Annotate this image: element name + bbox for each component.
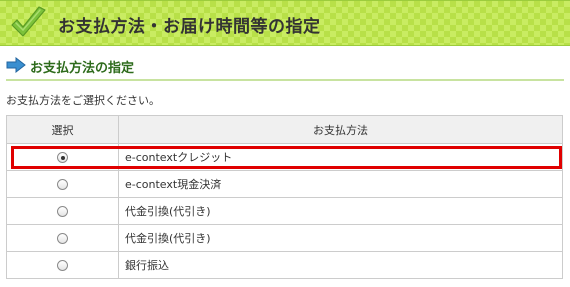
- instruction-text: お支払方法をご選択ください。: [6, 94, 160, 107]
- payment-label[interactable]: e-context現金決済: [125, 178, 221, 191]
- header-select: 選択: [6, 115, 119, 144]
- payment-radio-econtext-credit[interactable]: [57, 152, 68, 163]
- payment-label[interactable]: 銀行振込: [125, 259, 169, 272]
- table-row[interactable]: 代金引換(代引き): [6, 224, 563, 252]
- page-banner: お支払方法・お届け時間等の指定: [0, 0, 570, 46]
- table-row[interactable]: e-contextクレジット: [6, 143, 563, 171]
- payment-label[interactable]: 代金引換(代引き): [125, 232, 211, 245]
- payment-radio-econtext-cash[interactable]: [57, 179, 68, 190]
- section-heading: お支払方法の指定: [6, 55, 564, 81]
- payment-radio-bank-transfer[interactable]: [57, 260, 68, 271]
- header-method: お支払方法: [118, 115, 563, 144]
- payment-radio-cod-2[interactable]: [57, 233, 68, 244]
- arrow-right-icon: [6, 57, 26, 73]
- table-row[interactable]: 銀行振込: [6, 251, 563, 279]
- payment-radio-cod-1[interactable]: [57, 206, 68, 217]
- page-title: お支払方法・お届け時間等の指定: [58, 17, 321, 37]
- section-title: お支払方法の指定: [30, 61, 135, 76]
- table-row[interactable]: 代金引換(代引き): [6, 197, 563, 225]
- checkmark-icon: [11, 6, 46, 37]
- table-row[interactable]: e-context現金決済: [6, 170, 563, 198]
- payment-method-table: 選択 お支払方法 e-contextクレジット e-context現金決済 代金…: [6, 115, 563, 279]
- payment-label[interactable]: e-contextクレジット: [125, 151, 232, 164]
- payment-label[interactable]: 代金引換(代引き): [125, 205, 211, 218]
- table-header-row: 選択 お支払方法: [6, 115, 563, 144]
